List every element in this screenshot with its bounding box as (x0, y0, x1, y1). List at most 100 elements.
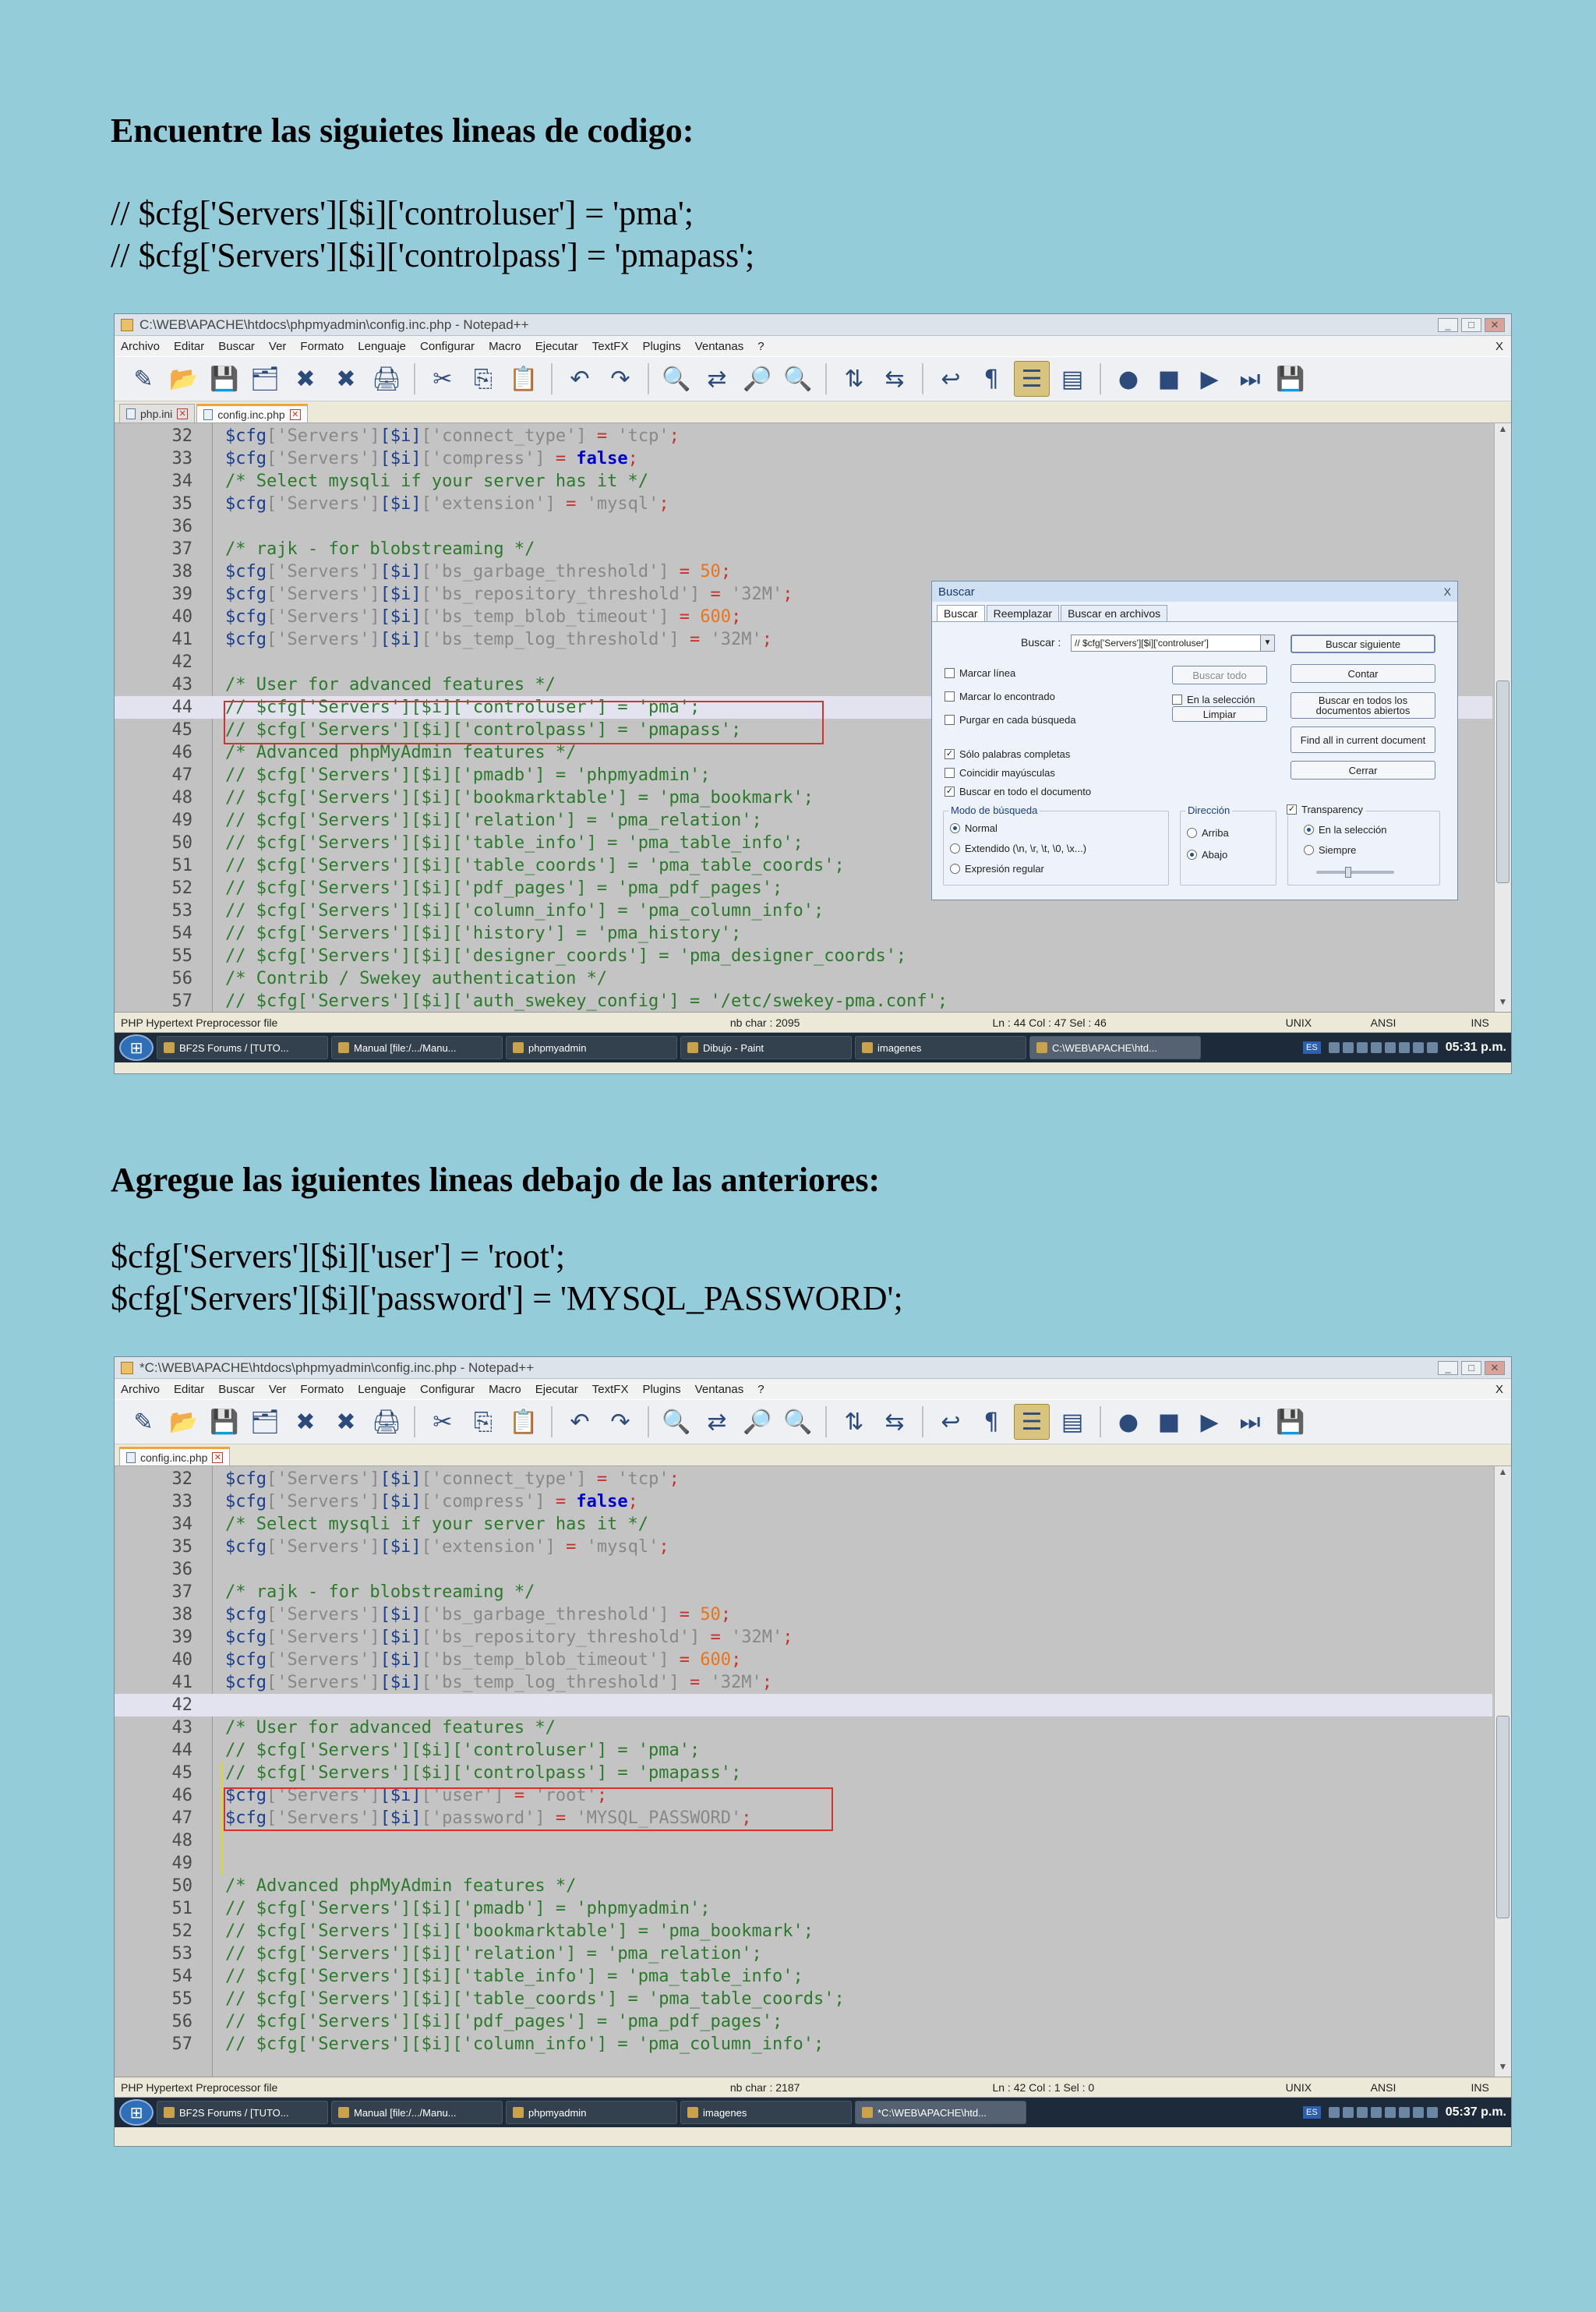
menu-item-ejecutar[interactable]: Ejecutar (535, 1383, 578, 1396)
cut-icon[interactable]: ✂ (425, 361, 461, 397)
close-dialog-button[interactable]: Cerrar (1291, 761, 1435, 780)
menu-item--[interactable]: ? (757, 340, 764, 353)
menu-item-macro[interactable]: Macro (489, 340, 521, 353)
macro-record-icon[interactable]: ● (1110, 1404, 1146, 1440)
taskbar-item[interactable]: phpmyadmin (506, 1036, 677, 1059)
taskbar-item[interactable]: BF2S Forums / [TUTO... (157, 1036, 328, 1059)
menu-item-lenguaje[interactable]: Lenguaje (358, 1383, 406, 1396)
menu-item-configurar[interactable]: Configurar (420, 340, 475, 353)
language-indicator[interactable]: ES (1303, 2106, 1321, 2119)
menu-item-lenguaje[interactable]: Lenguaje (358, 340, 406, 353)
tray-app-icon[interactable] (1426, 2107, 1438, 2118)
transparency-checkbox[interactable]: ✓ Transparency (1287, 804, 1366, 815)
macro-stop-icon[interactable]: ■ (1151, 1404, 1187, 1440)
tray-app-icon[interactable] (1370, 1042, 1382, 1053)
find-input[interactable]: // $cfg['Servers'][$i]['controluser'] ▼ (1071, 635, 1275, 652)
open-file-icon[interactable]: 📂 (166, 1404, 202, 1440)
indent-guide-icon[interactable]: ☰ (1014, 1404, 1050, 1440)
maximize-button[interactable]: □ (1461, 317, 1481, 332)
macro-record-icon[interactable]: ● (1110, 361, 1146, 397)
count-button[interactable]: Contar (1291, 664, 1435, 683)
new-file-icon[interactable]: ✎ (125, 361, 161, 397)
close-all-icon[interactable]: ✖ (328, 361, 364, 397)
menu-item--[interactable]: ? (757, 1383, 764, 1396)
zoom-in-icon[interactable]: 🔎 (740, 1404, 775, 1440)
tray-app-icon[interactable] (1426, 1042, 1438, 1053)
zoom-in-icon[interactable]: 🔎 (740, 361, 775, 397)
scroll-up-arrow-icon[interactable]: ▲ (1495, 1466, 1511, 1482)
macro-play-multiple-icon[interactable]: ⏭ (1232, 361, 1268, 397)
save-icon[interactable]: 💾 (207, 361, 242, 397)
mode-regex-radio[interactable]: Expresión regular (950, 863, 1044, 875)
tray-app-icon[interactable] (1342, 2107, 1354, 2118)
tab-close-icon[interactable]: ✕ (212, 1451, 224, 1463)
scroll-up-arrow-icon[interactable]: ▲ (1495, 423, 1511, 439)
taskbar-item[interactable]: Manual [file:/.../Manu... (331, 1036, 503, 1059)
menu-item-plugins[interactable]: Plugins (642, 1383, 680, 1396)
replace-icon[interactable]: ⇄ (699, 361, 735, 397)
copy-icon[interactable]: ⎘ (465, 1404, 501, 1440)
tray-app-icon[interactable] (1342, 1042, 1354, 1053)
tab-reemplazar[interactable]: Reemplazar (986, 605, 1060, 621)
redo-icon[interactable]: ↷ (602, 1404, 638, 1440)
find-icon[interactable]: 🔍 (659, 1404, 694, 1440)
macro-play-multiple-icon[interactable]: ⏭ (1232, 1404, 1268, 1440)
vertical-scrollbar[interactable]: ▲ ▼ (1494, 1466, 1511, 2077)
taskbar-item[interactable]: C:\WEB\APACHE\htd... (1029, 1036, 1201, 1059)
minimize-button[interactable]: _ (1438, 317, 1458, 332)
find-all-current-doc-button[interactable]: Find all in current document (1291, 726, 1435, 753)
cut-icon[interactable]: ✂ (425, 1404, 461, 1440)
sync-vertical-icon[interactable]: ⇅ (836, 1404, 872, 1440)
taskbar-item[interactable]: Manual [file:/.../Manu... (331, 2101, 503, 2124)
taskbar-item[interactable]: *C:\WEB\APACHE\htd... (855, 2101, 1026, 2124)
transparency-slider[interactable] (1316, 867, 1394, 878)
menu-item-textfx[interactable]: TextFX (592, 1383, 629, 1396)
menu-item-textfx[interactable]: TextFX (592, 340, 629, 353)
zoom-out-icon[interactable]: 🔍 (780, 1404, 816, 1440)
tray-app-icon[interactable] (1356, 1042, 1368, 1053)
taskbar-item[interactable]: Dibujo - Paint (680, 1036, 852, 1059)
mark-found-checkbox[interactable]: Marcar lo encontrado (945, 691, 1055, 702)
menu-item-editar[interactable]: Editar (174, 1383, 204, 1396)
save-all-icon[interactable]: 🗂 (247, 1404, 283, 1440)
tray-app-icon[interactable] (1398, 1042, 1410, 1053)
find-all-button[interactable]: Buscar todo (1172, 666, 1267, 684)
find-icon[interactable]: 🔍 (659, 361, 694, 397)
scroll-down-arrow-icon[interactable]: ▼ (1495, 996, 1511, 1012)
slider-knob[interactable] (1344, 867, 1351, 878)
print-icon[interactable]: 🖨 (369, 361, 404, 397)
menu-item-formato[interactable]: Formato (300, 1383, 344, 1396)
find-next-button[interactable]: Buscar siguiente (1291, 635, 1435, 653)
macro-stop-icon[interactable]: ■ (1151, 361, 1187, 397)
doc-close-icon[interactable]: X (1495, 1383, 1503, 1396)
word-wrap-icon[interactable]: ↩ (933, 1404, 969, 1440)
scrollbar-thumb[interactable] (1496, 1716, 1509, 1918)
tray-app-icon[interactable] (1356, 2107, 1368, 2118)
save-all-icon[interactable]: 🗂 (247, 361, 283, 397)
menu-item-editar[interactable]: Editar (174, 340, 204, 353)
tray-app-icon[interactable] (1328, 1042, 1340, 1053)
maximize-button[interactable]: □ (1461, 1360, 1481, 1375)
tab-close-icon[interactable]: ✕ (289, 408, 301, 420)
taskbar-item[interactable]: phpmyadmin (506, 2101, 677, 2124)
macro-save-icon[interactable]: 💾 (1273, 361, 1308, 397)
wrap-around-checkbox[interactable]: ✓ Buscar en todo el documento (945, 786, 1091, 797)
new-file-icon[interactable]: ✎ (125, 1404, 161, 1440)
tray-app-icon[interactable] (1412, 2107, 1424, 2118)
paste-icon[interactable]: 📋 (506, 361, 542, 397)
tray-app-icon[interactable] (1370, 2107, 1382, 2118)
sync-horizontal-icon[interactable]: ⇆ (877, 1404, 913, 1440)
show-all-chars-icon[interactable]: ¶ (973, 361, 1009, 397)
undo-icon[interactable]: ↶ (562, 361, 598, 397)
menu-item-configurar[interactable]: Configurar (420, 1383, 475, 1396)
tray-app-icon[interactable] (1384, 2107, 1396, 2118)
macro-play-icon[interactable]: ▶ (1192, 1404, 1227, 1440)
indent-guide-icon[interactable]: ☰ (1014, 361, 1050, 397)
scroll-down-arrow-icon[interactable]: ▼ (1495, 2061, 1511, 2077)
close-window-button[interactable]: ✕ (1485, 317, 1505, 332)
menu-item-archivo[interactable]: Archivo (121, 340, 160, 353)
menu-item-plugins[interactable]: Plugins (642, 340, 680, 353)
user-lang-icon[interactable]: ▤ (1054, 1404, 1090, 1440)
tray-app-icon[interactable] (1328, 2107, 1340, 2118)
menu-item-ver[interactable]: Ver (269, 340, 287, 353)
